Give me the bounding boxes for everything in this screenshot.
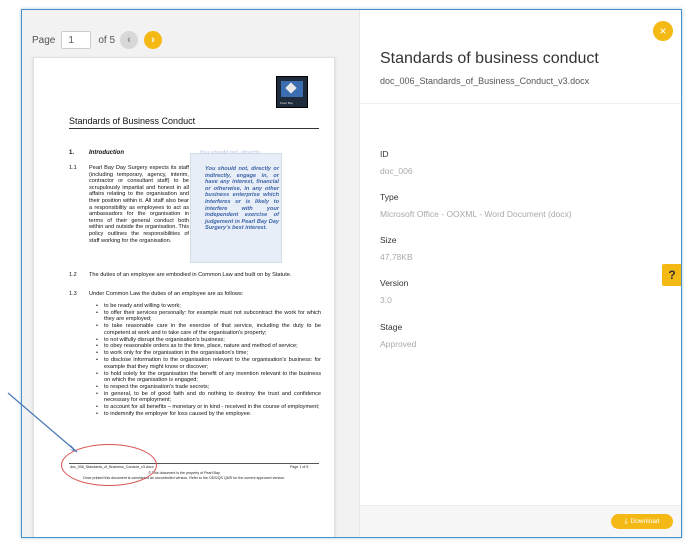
field-value-stage: Approved (380, 339, 417, 349)
question-mark-icon: ? (668, 268, 676, 282)
document-title: Standards of business conduct (380, 50, 599, 67)
annotation-ellipse (61, 444, 157, 486)
page-count: of 5 (98, 34, 116, 46)
list-item: to account for all benefits – monetary o… (96, 404, 321, 411)
list-item: to obey reasonable orders as to the time… (96, 343, 321, 350)
download-label: Download (630, 518, 660, 525)
list-item: to respect the organisation's trade secr… (96, 384, 321, 391)
paragraph-1-2: The duties of an employee are embodied i… (89, 272, 292, 278)
pull-quote-text: You should not, directly or indirectly, … (205, 166, 279, 232)
section-title: Introduction (89, 150, 124, 156)
page-number-input[interactable]: 1 (61, 31, 92, 49)
document-viewer: Page 1 of 5 ‹ › Pearl Bay Standards of B… (22, 10, 359, 537)
previous-page-button[interactable]: ‹ (120, 31, 138, 49)
list-item: to hold solely for the organisation the … (96, 371, 321, 384)
section-number: 1. (69, 150, 75, 156)
app-window: Page 1 of 5 ‹ › Pearl Bay Standards of B… (21, 9, 682, 538)
details-panel: × Standards of business conduct doc_006_… (359, 10, 681, 537)
list-item: to work only for the organisation in the… (96, 350, 321, 357)
list-item: to not wilfully disrupt the organisation… (96, 337, 321, 344)
list-item: to indemnify the employer for loss cause… (96, 411, 321, 418)
close-icon: × (659, 24, 667, 38)
download-icon: ⤓ (624, 517, 628, 525)
pull-quote: You should not, directly You should not,… (190, 150, 282, 263)
list-item: in general, to be of good faith and do n… (96, 391, 321, 404)
paragraph-number: 1.2 (69, 272, 77, 278)
footer-page-number: Page 1 of 5 (290, 465, 309, 469)
field-label-id: ID (380, 149, 389, 159)
chevron-right-icon: › (151, 34, 155, 46)
paragraph-number: 1.1 (69, 165, 77, 171)
paragraph-number: 1.3 (69, 291, 77, 297)
field-label-stage: Stage (380, 322, 403, 332)
list-item: to be ready and willing to work; (96, 303, 321, 310)
help-button[interactable]: ? (662, 264, 681, 286)
pull-quote-shadow-text: You should not, directly (199, 150, 261, 156)
list-item: to disclose information to the organisat… (96, 357, 321, 370)
field-label-version: Version (380, 278, 409, 288)
paragraph-1-1: Pearl Bay Day Surgery expects its staff … (89, 165, 189, 244)
close-button[interactable]: × (653, 21, 673, 41)
field-value-size: 47,78KB (380, 252, 413, 262)
download-button[interactable]: ⤓ Download (611, 514, 673, 529)
field-label-type: Type (380, 192, 399, 202)
field-value-id: doc_006 (380, 166, 413, 176)
chevron-left-icon: ‹ (127, 34, 131, 46)
divider (360, 103, 681, 104)
list-item: to offer their services personally: for … (96, 310, 321, 323)
field-value-type: Microsoft Office - OOXML - Word Document… (380, 209, 572, 219)
list-item: to take reasonable care in the exercise … (96, 323, 321, 336)
document-filename: doc_006_Standards_of_Business_Conduct_v3… (380, 76, 590, 86)
page-label: Page (32, 34, 56, 46)
field-label-size: Size (380, 235, 397, 245)
pager: Page 1 of 5 (32, 30, 115, 50)
duties-list: to be ready and willing to work; to offe… (96, 303, 321, 418)
field-value-version: 3.0 (380, 295, 392, 305)
next-page-button[interactable]: › (144, 31, 162, 49)
heading-rule (69, 128, 319, 129)
company-logo: Pearl Bay (276, 76, 308, 108)
paragraph-1-3: Under Common Law the duties of an employ… (89, 291, 244, 297)
document-heading: Standards of Business Conduct (69, 116, 196, 126)
